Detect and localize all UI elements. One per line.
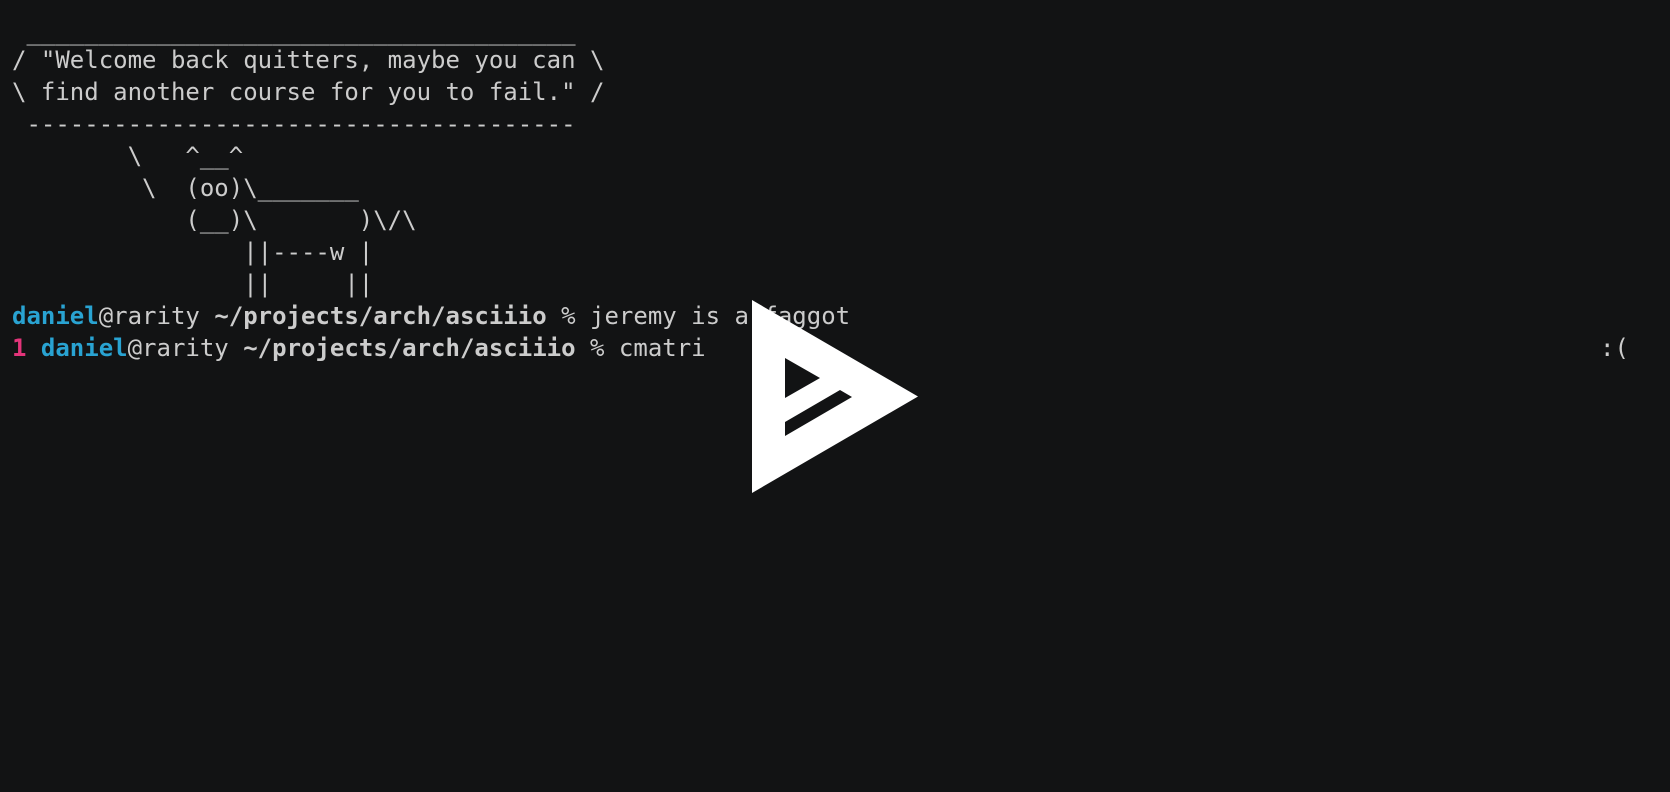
prompt-host: @rarity bbox=[127, 334, 229, 362]
play-button[interactable] bbox=[752, 300, 918, 493]
prompt-symbol: % bbox=[590, 334, 605, 362]
cow-line-5: || || bbox=[12, 270, 374, 298]
cow-line-3: (__)\ )\/\ bbox=[12, 206, 417, 234]
prompt-path: ~/projects/arch/asciiio bbox=[214, 302, 547, 330]
prompt-symbol: % bbox=[561, 302, 576, 330]
asciinema-play-icon bbox=[752, 300, 918, 493]
prompt-user: daniel bbox=[40, 334, 128, 362]
cow-line-4: ||----w | bbox=[12, 238, 374, 266]
prompt-host: @rarity bbox=[98, 302, 200, 330]
prompt-path: ~/projects/arch/asciiio bbox=[243, 334, 576, 362]
cow-line-2: \ (oo)\_______ bbox=[12, 174, 359, 202]
exit-status: 1 bbox=[12, 334, 27, 362]
bubble-line-1: / "Welcome back quitters, maybe you can … bbox=[12, 46, 605, 74]
prompt-command: cmatri bbox=[618, 334, 706, 362]
bubble-line-2: \ find another course for you to fail." … bbox=[12, 78, 605, 106]
prompt-line-2: 1 daniel@rarity ~/projects/arch/asciiio … bbox=[12, 332, 706, 364]
cow-line-1: \ ^__^ bbox=[12, 142, 244, 170]
terminal-screen: ______________________________________ /… bbox=[0, 0, 1670, 792]
prompt-line-1: daniel@rarity ~/projects/arch/asciiio % … bbox=[12, 300, 850, 332]
prompt-user: daniel bbox=[12, 302, 99, 330]
bubble-bottom-border: -------------------------------------- bbox=[12, 110, 576, 138]
right-prompt: :( bbox=[1600, 334, 1629, 362]
